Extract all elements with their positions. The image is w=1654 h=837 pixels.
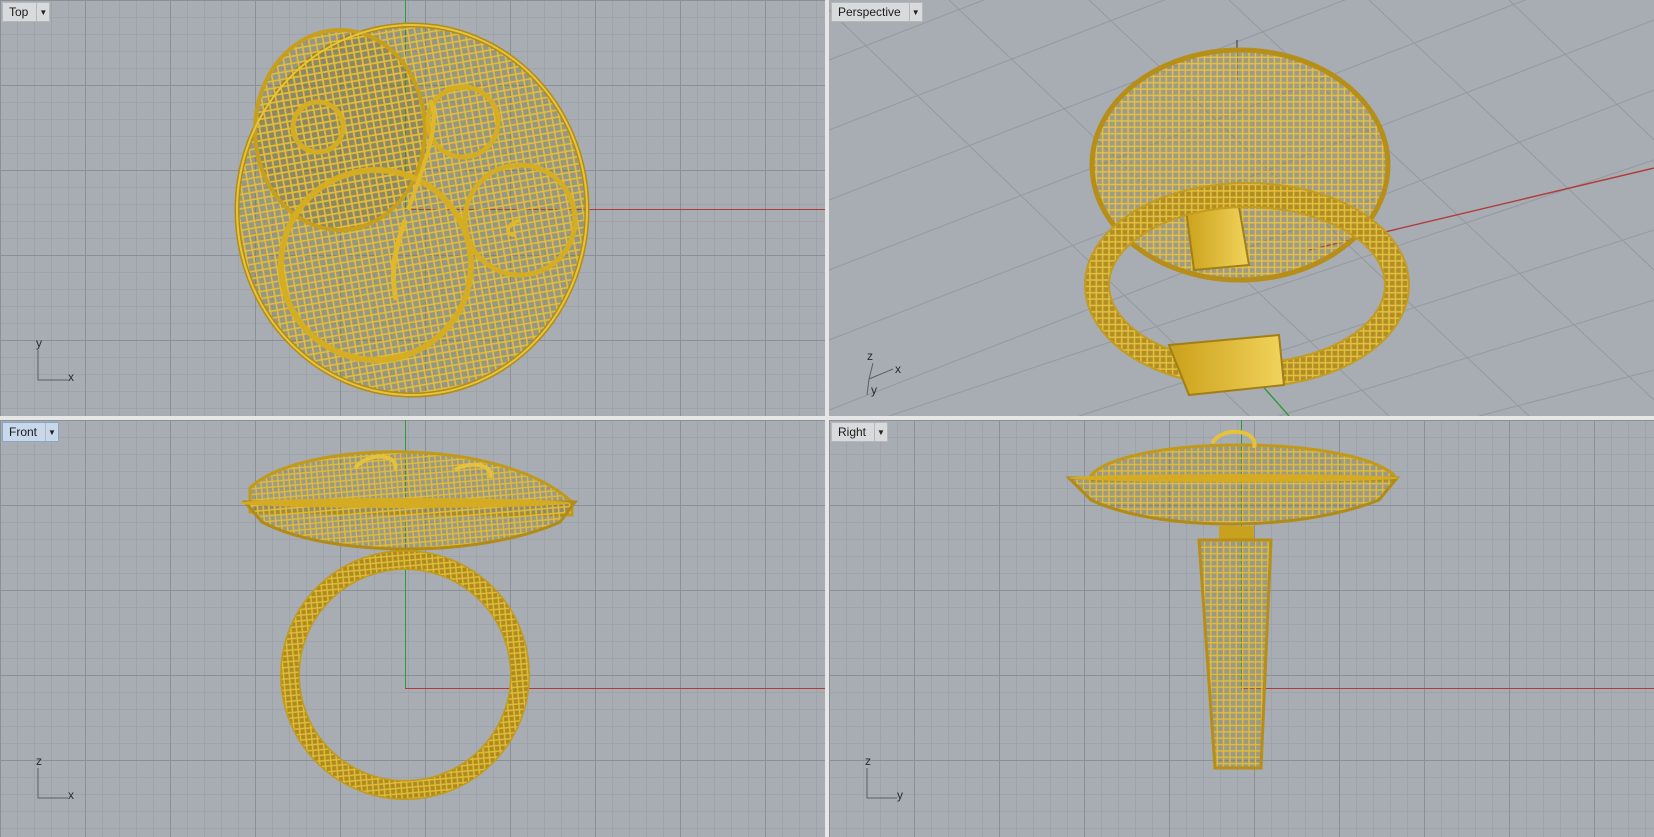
triad-label-z: z (36, 754, 42, 768)
chevron-down-icon[interactable]: ▼ (36, 3, 49, 21)
viewport-title[interactable]: Front (3, 423, 45, 441)
ring-model-right-view[interactable] (829, 420, 1654, 837)
triad-label-z: z (865, 754, 871, 768)
axis-triad: z x y (859, 349, 919, 405)
chevron-down-icon[interactable]: ▼ (908, 3, 922, 21)
chevron-down-icon[interactable]: ▼ (874, 423, 887, 441)
viewport-top[interactable]: Top ▼ y x (0, 0, 825, 416)
four-viewport-layout: Top ▼ y x Perspective ▼ z x y Front ▼ z … (0, 0, 1654, 837)
ring-model-front-view[interactable] (0, 420, 825, 837)
triad-label-y: y (897, 788, 903, 802)
viewport-title[interactable]: Perspective (832, 3, 909, 21)
triad-label-x: x (68, 370, 74, 384)
triad-label-y: y (36, 336, 42, 350)
ring-model-top-view[interactable] (0, 0, 825, 416)
triad-label-z: z (867, 349, 873, 363)
viewport-tab-top[interactable]: Top ▼ (2, 2, 51, 22)
viewport-perspective[interactable]: Perspective ▼ z x y (829, 0, 1654, 416)
viewport-tab-perspective[interactable]: Perspective ▼ (831, 2, 923, 22)
axis-triad: z x (30, 754, 90, 810)
axis-triad: y x (30, 336, 90, 392)
viewport-title[interactable]: Right (832, 423, 874, 441)
triad-label-x: x (895, 362, 901, 376)
ring-model-perspective[interactable] (829, 0, 1654, 416)
chevron-down-icon[interactable]: ▼ (45, 423, 58, 441)
axis-triad: z y (859, 754, 919, 810)
viewport-title[interactable]: Top (3, 3, 36, 21)
viewport-tab-right[interactable]: Right ▼ (831, 422, 889, 442)
viewport-front[interactable]: Front ▼ z x (0, 420, 825, 837)
triad-label-x: x (68, 788, 74, 802)
triad-label-y: y (871, 383, 877, 397)
viewport-tab-front[interactable]: Front ▼ (2, 422, 60, 442)
viewport-right[interactable]: Right ▼ z y (829, 420, 1654, 837)
